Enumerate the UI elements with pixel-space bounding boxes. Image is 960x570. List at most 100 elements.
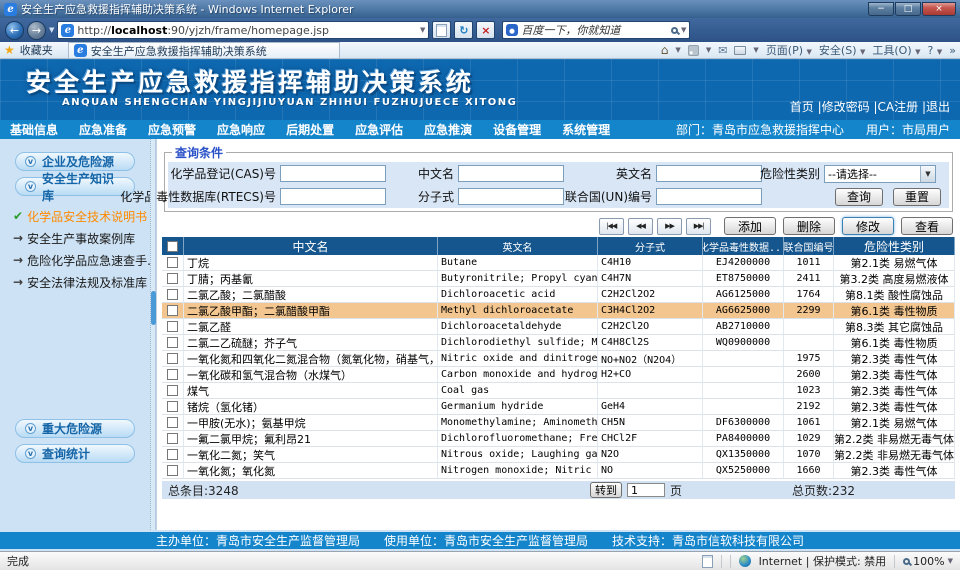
nav-menu-item[interactable]: 系统管理 [562,121,610,138]
row-checkbox[interactable] [167,433,178,444]
table-row[interactable]: 一氧化氮；氧化氮 Nitrogen monoxide; Nitric oxide… [162,463,955,479]
pager-nav-button[interactable]: ◀◀ [628,218,653,235]
row-checkbox[interactable] [167,289,178,300]
goto-page-button[interactable]: 转到 [590,482,622,498]
row-checkbox[interactable] [167,369,178,380]
pager-nav-button[interactable]: ▶▶ [657,218,682,235]
table-row[interactable]: 一氧化碳和氢气混合物（水煤气） Carbon monoxide and hydr… [162,367,955,383]
nav-menu-item[interactable]: 后期处置 [286,121,334,138]
row-checkbox[interactable] [167,305,178,316]
maximize-button[interactable]: □ [895,2,921,16]
col-un-number[interactable]: 联合国编号 [784,237,834,255]
sidebar-link[interactable]: 安全法律法规及标准库 [13,271,150,293]
hazard-class-select[interactable]: --请选择-- ▼ [824,165,936,183]
nav-menu-item[interactable]: 应急评估 [355,121,403,138]
row-checkbox[interactable] [167,353,178,364]
account-link[interactable]: 修改密码 [814,98,870,115]
rss-dropdown-icon[interactable]: ▼ [706,46,711,54]
chevron-down-icon[interactable]: ▼ [920,166,935,182]
home-dropdown-icon[interactable]: ▼ [675,46,680,54]
row-checkbox[interactable] [167,385,178,396]
status-page-icon[interactable] [702,555,713,568]
safety-menu[interactable]: 安全(S) ▼ [819,42,865,58]
home-icon[interactable]: ⌂ [661,43,669,57]
pager-nav-button[interactable]: |◀◀ [599,218,624,235]
col-hazard-class[interactable]: 危险性类别 [834,237,955,255]
refresh-button[interactable]: ↻ [454,21,473,39]
url-field[interactable]: e http://localhost:90/yjzh/frame/homepag… [57,21,429,39]
help-menu[interactable]: ? ▼ [928,44,943,57]
table-row[interactable]: 煤气 Coal gas 1023 第2.3类 毒性气体 [162,383,955,399]
table-row[interactable]: 一氧化二氮；笑气 Nitrous oxide; Laughing gas N2O… [162,447,955,463]
history-dropdown-icon[interactable]: ▼ [49,26,54,34]
zoom-control[interactable]: 100% ▼ [903,555,953,568]
formula-input[interactable] [458,188,564,205]
overflow-chevron-icon[interactable]: » [949,44,956,57]
row-checkbox[interactable] [167,449,178,460]
print-icon[interactable] [734,46,746,55]
nav-menu-item[interactable]: 应急预警 [148,121,196,138]
close-button[interactable]: × [922,2,956,16]
search-button[interactable]: 查询 [835,188,883,206]
favorites-label[interactable]: 收藏夹 [20,42,53,58]
back-button[interactable]: ← [5,21,24,40]
sidebar-link[interactable]: 安全生产事故案例库 [13,227,150,249]
nav-menu-item[interactable]: 应急响应 [217,121,265,138]
sidebar-link[interactable]: 化学品安全技术说明书 [13,205,150,227]
table-row[interactable]: 二氯乙酸；二氯醋酸 Dichloroacetic acid C2H2Cl2O2 … [162,287,955,303]
col-formula[interactable]: 分子式 [598,237,703,255]
rtecs-input[interactable] [280,188,386,205]
search-input-text[interactable]: 百度一下，你就知道 [521,22,668,38]
table-row[interactable]: 一氟二氯甲烷；氟利昂21 Dichlorofluoromethane; Freo… [162,431,955,447]
pager-nav-button[interactable]: ▶▶| [686,218,711,235]
sidebar-link[interactable]: 危险化学品应急速查手... [13,249,150,271]
en-name-input[interactable] [656,165,762,182]
sidebar-splitter[interactable] [150,139,156,530]
search-icon[interactable] [671,27,678,34]
sidebar-group-knowledge[interactable]: v 安全生产知识库 [15,177,135,196]
add-button[interactable]: 添加 [724,217,776,235]
search-dropdown-icon[interactable]: ▼ [681,26,686,34]
reset-button[interactable]: 重置 [893,188,941,206]
tools-menu[interactable]: 工具(O) ▼ [872,42,920,58]
cas-input[interactable] [280,165,386,182]
row-checkbox[interactable] [167,257,178,268]
nav-menu-item[interactable]: 应急推演 [424,121,472,138]
row-checkbox[interactable] [167,337,178,348]
row-checkbox[interactable] [167,273,178,284]
delete-button[interactable]: 删除 [783,217,835,235]
account-link[interactable]: 退出 [918,98,950,115]
favorites-star-icon[interactable]: ★ [4,43,15,57]
print-dropdown-icon[interactable]: ▼ [753,46,758,54]
table-row[interactable]: 一甲胺(无水)；氨基甲烷 Monomethylamine; Aminometha… [162,415,955,431]
page-number-input[interactable] [627,483,665,497]
sidebar-group-hazard[interactable]: v 重大危险源 [15,419,135,438]
table-row[interactable]: 锗烷（氢化锗） Germanium hydride GeH4 2192 第2.3… [162,399,955,415]
compatibility-view-button[interactable] [432,21,451,39]
forward-button[interactable]: → [27,21,46,40]
table-row[interactable]: 二氯二乙硫醚；芥子气 Dichlorodiethyl sulfide; Must… [162,335,955,351]
account-link[interactable]: 首页 [790,98,814,115]
url-dropdown-icon[interactable]: ▼ [420,26,425,34]
view-button[interactable]: 查看 [901,217,953,235]
account-link[interactable]: CA注册 [870,98,918,115]
splitter-handle[interactable] [151,291,156,325]
col-rtecs[interactable]: 化学品毒性数据... [703,237,784,255]
table-row[interactable]: 丁烷 Butane C4H10 EJ4200000 1011 第2.1类 易燃气… [162,255,955,271]
nav-menu-item[interactable]: 应急准备 [79,121,127,138]
nav-menu-item[interactable]: 设备管理 [493,121,541,138]
modify-button[interactable]: 修改 [842,217,894,235]
row-checkbox[interactable] [167,401,178,412]
table-row[interactable]: 二氯乙酸甲酯；二氯醋酸甲酯 Methyl dichloroacetate C3H… [162,303,955,319]
table-row[interactable]: 一氧化氮和四氧化二氮混合物（氮氧化物，硝基气，氧化氮气体） Nitric oxi… [162,351,955,367]
mail-icon[interactable]: ✉ [718,44,727,57]
page-tab[interactable]: e 安全生产应急救援指挥辅助决策系统 [68,42,340,58]
un-number-input[interactable] [656,188,762,205]
rss-icon[interactable] [688,45,699,56]
select-all-checkbox[interactable] [167,241,178,252]
sidebar-group-stats[interactable]: v 查询统计 [15,444,135,463]
row-checkbox[interactable] [167,321,178,332]
col-en-name[interactable]: 英文名 [438,237,598,255]
row-checkbox[interactable] [167,417,178,428]
row-checkbox[interactable] [167,465,178,476]
